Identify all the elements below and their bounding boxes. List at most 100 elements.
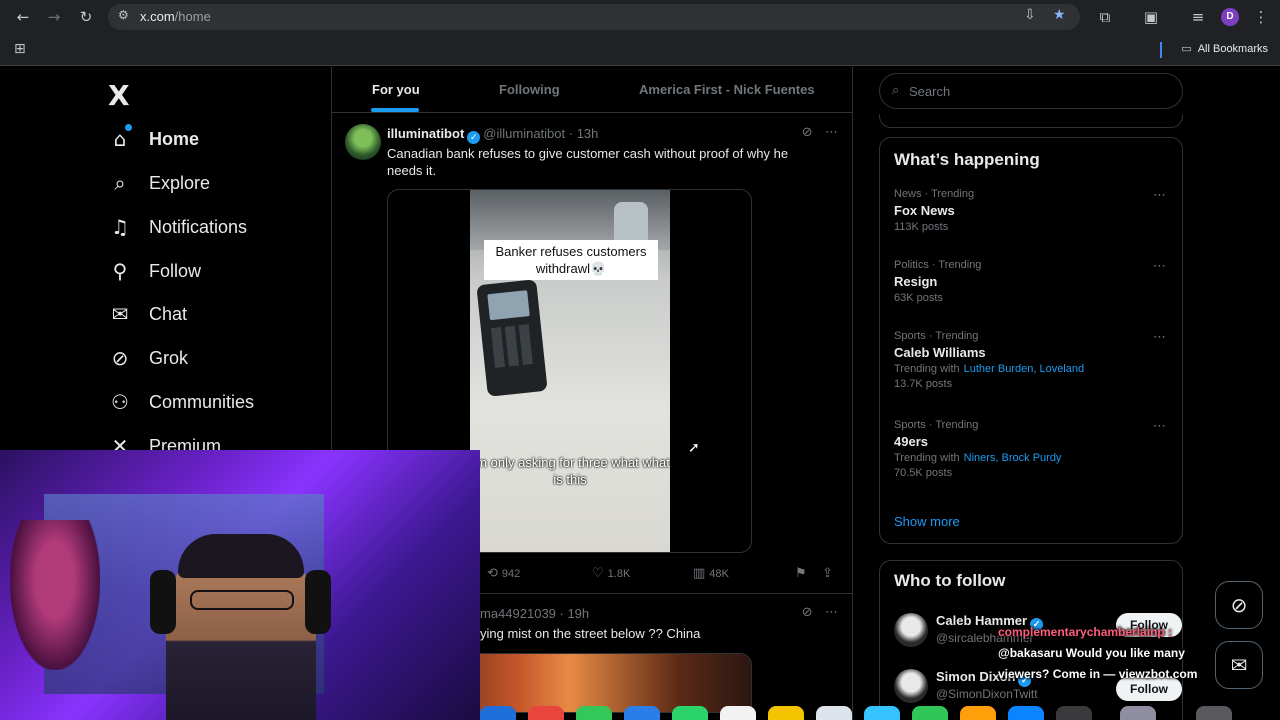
tweet-text: Canadian bank refuses to give customer c… xyxy=(387,146,789,178)
dock-trash-icon[interactable] xyxy=(1196,706,1232,720)
grok-icon: ⊘ xyxy=(111,346,129,370)
trend-posts: 63K posts xyxy=(894,292,943,304)
retweet-button[interactable]: ⟲ 942 xyxy=(487,566,520,581)
tab-for-you[interactable]: For you xyxy=(372,82,420,97)
dock-calendar-icon[interactable] xyxy=(720,706,756,720)
dock-app-icon[interactable] xyxy=(960,706,996,720)
dock-app-icon[interactable] xyxy=(624,706,660,720)
tweet-text: ying mist on the street below ?? China xyxy=(480,626,701,641)
webcam-headset-left xyxy=(150,570,176,634)
dock-app-icon[interactable] xyxy=(576,706,612,720)
card-title: What’s happening xyxy=(894,150,1040,169)
dock-app-icon[interactable] xyxy=(864,706,900,720)
address-bar[interactable]: ⚙ x.com/home ⇩ ★ xyxy=(108,4,1080,30)
stream-chat-overlay: complementarychamberlainp : @bakasaru Wo… xyxy=(998,622,1220,685)
share-button[interactable]: ⇪ xyxy=(822,566,837,581)
avatar[interactable] xyxy=(894,613,928,647)
more-icon[interactable]: ⋯ xyxy=(825,605,838,620)
nav-grok[interactable]: ⊘ Grok xyxy=(108,344,188,372)
browser-toolbar: ← → ↻ ⚙ x.com/home ⇩ ★ ⧉ ▣ ≡ D ⋮ xyxy=(0,0,1280,34)
user-handle: @SimonDixonTwitt xyxy=(936,687,1038,701)
trend-with: Trending with Niners, Brock Purdy xyxy=(894,452,1174,464)
more-icon[interactable]: ⋯ xyxy=(825,125,838,140)
tab-search-icon[interactable]: ▣ xyxy=(1140,6,1162,28)
grok-float-icon[interactable]: ⊘ xyxy=(1215,581,1263,629)
tab-america-first[interactable]: America First - Nick Fuentes xyxy=(639,82,815,97)
avatar[interactable] xyxy=(345,124,381,160)
bell-icon: ♫ xyxy=(111,215,129,239)
trend-meta: Politics · Trending xyxy=(894,259,982,271)
profile-avatar[interactable]: D xyxy=(1221,8,1239,26)
trend-name: Fox News xyxy=(894,203,955,218)
grok-icon[interactable]: ⊘ xyxy=(802,125,813,140)
trend-item[interactable]: News · Trending Fox News 113K posts ⋯ xyxy=(894,188,1174,233)
dock-app-icon[interactable] xyxy=(1120,706,1156,720)
more-icon[interactable]: ⋯ xyxy=(1153,419,1166,434)
dock-app-icon[interactable] xyxy=(816,706,852,720)
dock-app-icon[interactable] xyxy=(912,706,948,720)
search-icon: ⌕ xyxy=(892,83,900,98)
trend-meta: Sports · Trending xyxy=(894,419,979,431)
search-input[interactable]: ⌕ Search xyxy=(879,73,1183,109)
trend-meta: News · Trending xyxy=(894,188,975,200)
nav-chat[interactable]: ✉ Chat xyxy=(108,300,187,328)
menu-icon[interactable]: ⋮ xyxy=(1250,6,1272,28)
bookmark-star-icon[interactable]: ★ xyxy=(1053,7,1066,23)
trend-with-links[interactable]: Niners, Brock Purdy xyxy=(964,452,1062,464)
dock-app-icon[interactable] xyxy=(528,706,564,720)
avatar[interactable] xyxy=(894,669,928,703)
trend-item[interactable]: Sports · Trending 49ers Trending with Nin… xyxy=(894,419,1174,479)
dock-app-icon[interactable] xyxy=(672,706,708,720)
nav-follow[interactable]: ⚲ Follow xyxy=(108,257,201,285)
card-title: Who to follow xyxy=(894,571,1006,590)
all-bookmarks[interactable]: ▭ All Bookmarks xyxy=(1181,42,1268,55)
home-icon: ⌂ xyxy=(113,127,127,151)
messages-float-icon[interactable]: ✉ xyxy=(1215,641,1263,689)
forward-icon[interactable]: → xyxy=(43,6,65,28)
nav-home[interactable]: ⌂ Home xyxy=(108,125,199,153)
trend-item[interactable]: Politics · Trending Resign 63K posts ⋯ xyxy=(894,259,1174,304)
nav-label: Follow xyxy=(149,260,202,281)
more-icon[interactable]: ⋯ xyxy=(1153,259,1166,274)
search-placeholder: Search xyxy=(909,84,951,99)
dock-app-icon[interactable] xyxy=(1056,706,1092,720)
tweet-time[interactable]: · 13h xyxy=(569,126,599,141)
webcam-overlay xyxy=(0,450,480,720)
bookmarks-separator xyxy=(1160,42,1162,58)
trend-with-links[interactable]: Luther Burden, Loveland xyxy=(964,363,1084,375)
back-icon[interactable]: ← xyxy=(12,6,34,28)
dock-app-icon[interactable] xyxy=(768,706,804,720)
trend-item[interactable]: Sports · Trending Caleb Williams Trendin… xyxy=(894,330,1174,390)
webcam-glasses xyxy=(190,590,294,610)
dock-app-icon[interactable] xyxy=(1008,706,1044,720)
more-icon[interactable]: ⋯ xyxy=(1153,188,1166,203)
card-stub xyxy=(879,114,1183,128)
nav-explore[interactable]: ⌕ Explore xyxy=(108,169,210,197)
apps-grid-icon[interactable]: ⊞ xyxy=(14,41,26,57)
views-button[interactable]: ▥ 48K xyxy=(693,566,729,581)
tab-following[interactable]: Following xyxy=(499,82,560,97)
extensions-icon[interactable]: ⧉ xyxy=(1094,6,1116,28)
nav-communities[interactable]: ⚇ Communities xyxy=(108,388,254,416)
tweet-author-name[interactable]: illuminatibot xyxy=(387,126,464,141)
install-icon[interactable]: ⇩ xyxy=(1024,7,1036,23)
tweet-author-handle[interactable]: @illuminatibot xyxy=(483,126,565,141)
show-more-link[interactable]: Show more xyxy=(894,514,960,529)
x-logo[interactable]: X xyxy=(108,79,130,112)
trend-posts: 70.5K posts xyxy=(894,467,953,479)
share-icon: ⇪ xyxy=(822,566,833,581)
like-button[interactable]: ♡ 1.8K xyxy=(592,566,630,581)
nav-label: Chat xyxy=(149,303,188,324)
tweet-header[interactable]: ma44921039 · 19h xyxy=(480,606,589,621)
webcam-headset-right xyxy=(305,570,331,634)
nav-notifications[interactable]: ♫ Notifications xyxy=(108,213,247,241)
dock-app-icon[interactable] xyxy=(480,706,516,720)
macos-dock xyxy=(480,706,1260,720)
views-count: 48K xyxy=(709,568,729,580)
site-info-icon[interactable]: ⚙ xyxy=(118,8,129,22)
grok-icon[interactable]: ⊘ xyxy=(802,605,813,620)
reading-list-icon[interactable]: ≡ xyxy=(1187,6,1209,28)
reload-icon[interactable]: ↻ xyxy=(75,6,97,28)
bookmark-button[interactable]: ⚑ xyxy=(795,566,811,581)
more-icon[interactable]: ⋯ xyxy=(1153,330,1166,345)
